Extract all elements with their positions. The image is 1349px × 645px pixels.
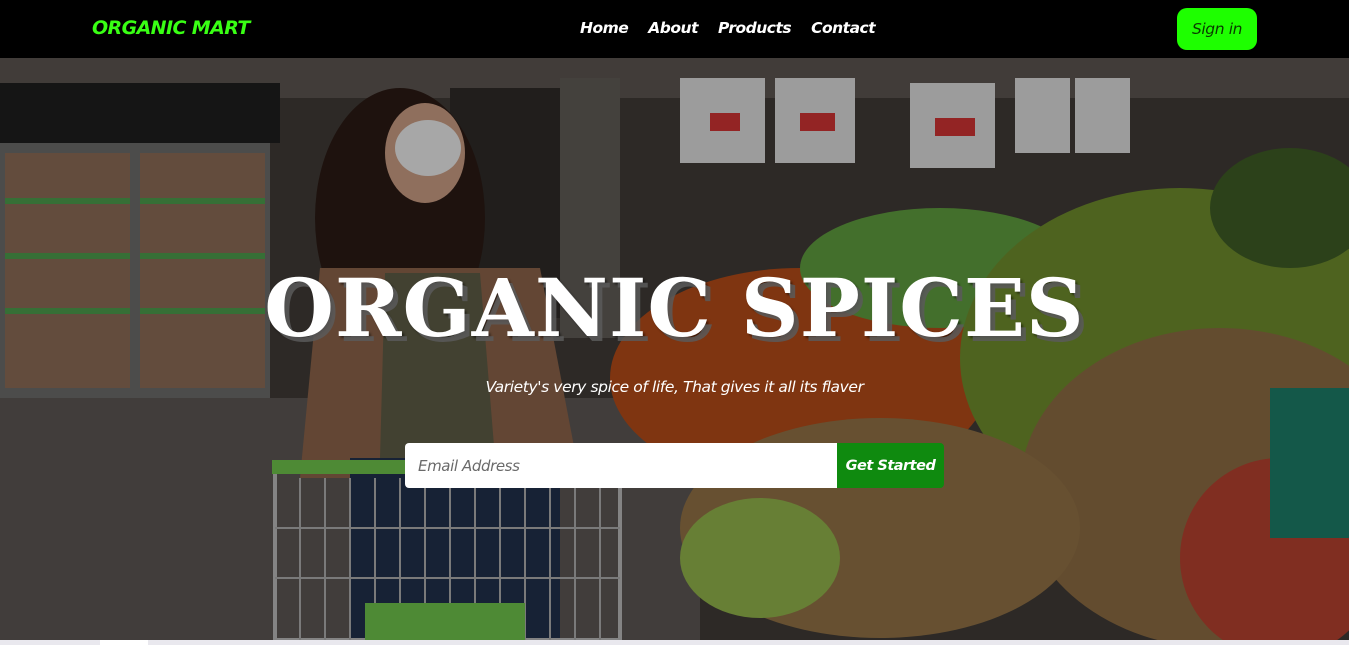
sign-in-button[interactable]: Sign in [1177, 8, 1257, 50]
hero-title: ORGANIC SPICES [264, 261, 1085, 355]
nav-link-home[interactable]: Home [580, 19, 629, 37]
get-started-button[interactable]: Get Started [837, 443, 944, 488]
signup-form: Get Started [405, 443, 944, 488]
bottom-scroll-strip [0, 640, 1349, 645]
nav-link-contact[interactable]: Contact [811, 19, 876, 37]
email-input[interactable] [405, 443, 837, 488]
nav-link-about[interactable]: About [648, 19, 698, 37]
nav-links: Home About Products Contact [580, 19, 876, 37]
navbar: ORGANIC MART Home About Products Contact… [0, 0, 1349, 58]
brand-logo[interactable]: ORGANIC MART [92, 17, 250, 39]
nav-link-products[interactable]: Products [718, 19, 792, 37]
bottom-strip-segment [100, 640, 148, 645]
hero-section: ORGANIC SPICES Variety's very spice of l… [0, 58, 1349, 640]
hero-tagline: Variety's very spice of life, That gives… [485, 378, 864, 396]
